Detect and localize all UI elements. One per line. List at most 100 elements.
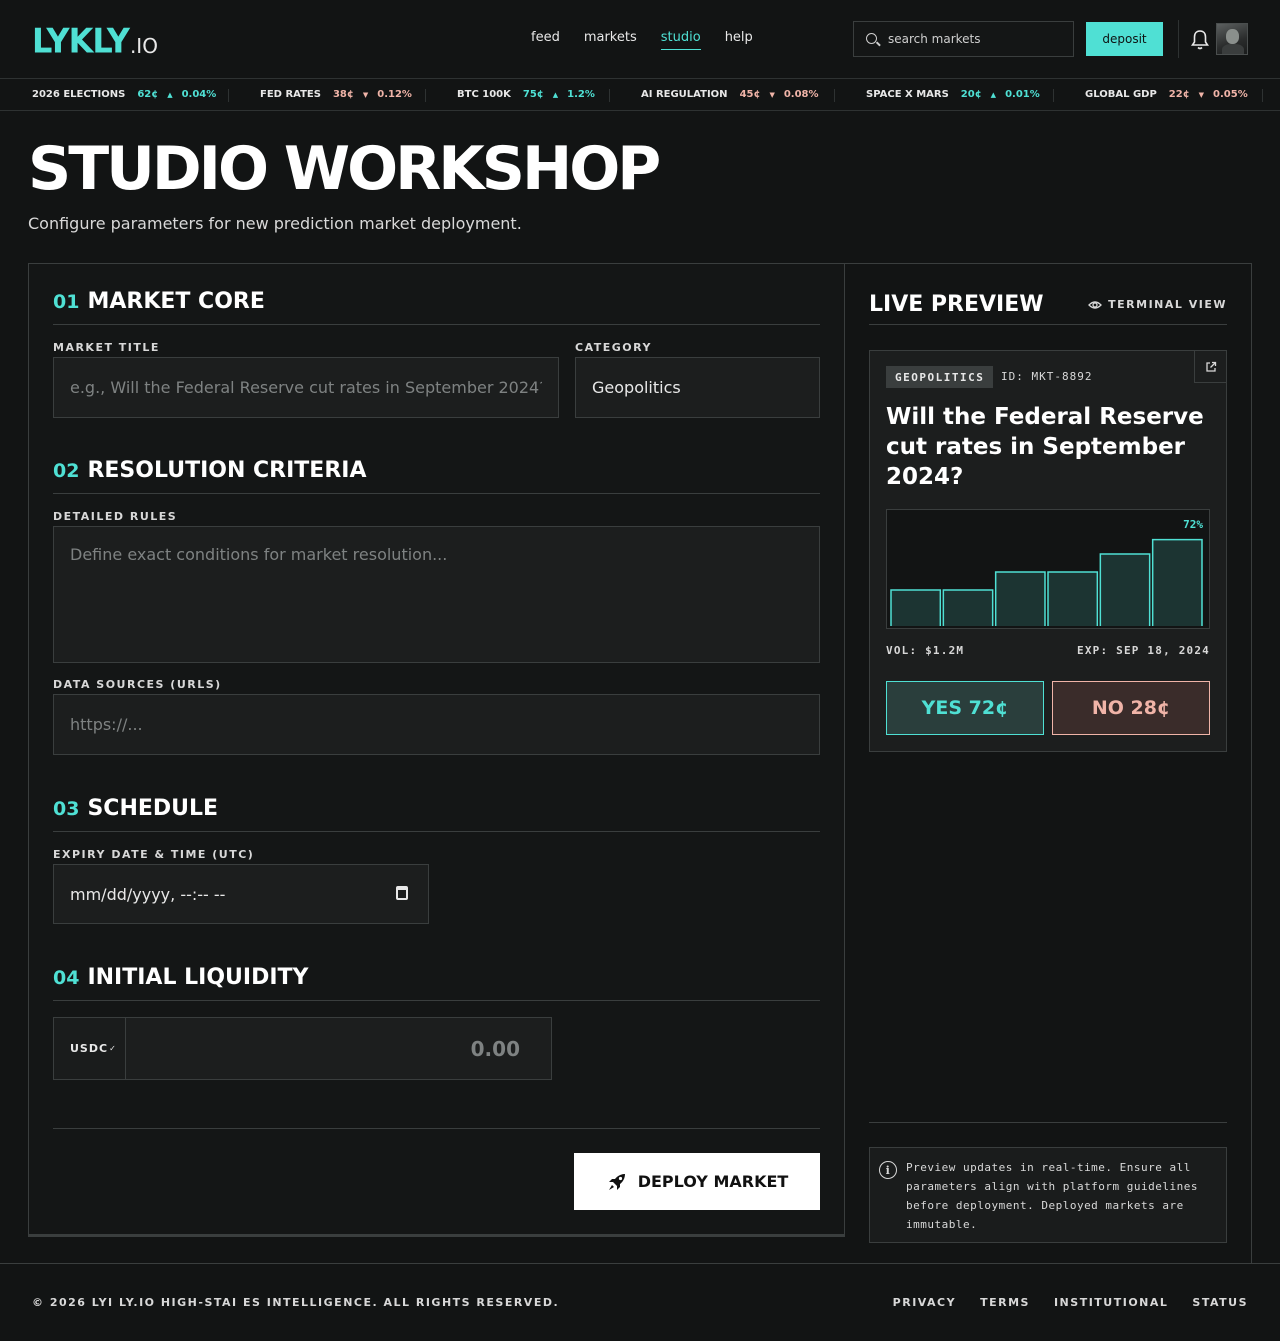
ticker-divider — [425, 89, 426, 102]
ticker-price: 45¢ — [739, 89, 761, 100]
nav-markets[interactable]: markets — [584, 30, 637, 50]
calendar-icon[interactable] — [396, 886, 408, 900]
liquidity-input[interactable] — [126, 1018, 551, 1079]
ticker-item[interactable]: BTC 100K 75¢ ▲ 1.2% — [457, 89, 595, 100]
eye-icon — [1088, 300, 1103, 309]
ticker-name: BTC 100K — [457, 89, 511, 100]
footer: © 2026 LYI LY.IO HIGH-STAI ES INTELLIGEN… — [0, 1263, 1280, 1341]
preview-title: LIVE PREVIEW — [869, 292, 1044, 317]
live-preview-panel: LIVE PREVIEW TERMINAL VIEW GEOPOLITICS I… — [845, 263, 1252, 1263]
liquidity-field: USDC ✓ — [53, 1017, 552, 1080]
info-icon: i — [879, 1161, 897, 1179]
section-schedule-title: 03 SCHEDULE — [53, 796, 218, 821]
ticker-change: 0.12% — [377, 89, 412, 100]
external-link-icon[interactable] — [1194, 351, 1226, 383]
ticker-item[interactable]: FED RATES 38¢ ▼ 0.12% — [260, 89, 412, 100]
ticker-item[interactable]: SPACE X MARS 20¢ ▲ 0.01% — [866, 89, 1040, 100]
ticker-price: 22¢ — [1168, 89, 1190, 100]
chart-data-label: 72% — [1183, 518, 1203, 531]
arrow-up-icon: ▲ — [167, 90, 173, 99]
section-liquidity-title: 04 INITIAL LIQUIDITY — [53, 965, 308, 990]
bell-icon[interactable] — [1190, 29, 1210, 51]
actions-divider — [53, 1128, 820, 1129]
ticker-divider — [1262, 89, 1263, 102]
section-number: 03 — [53, 798, 80, 820]
ticker-name: GLOBAL GDP — [1085, 89, 1157, 100]
chart-svg: 72% — [890, 518, 1203, 626]
chart-bar — [1048, 572, 1098, 626]
category-label: CATEGORY — [575, 341, 652, 354]
deploy-button[interactable]: DEPLOY MARKET — [574, 1153, 820, 1210]
market-id: ID: MKT-8892 — [1001, 370, 1093, 383]
expiry-input[interactable]: mm/dd/yyyy, --:-- -- — [53, 864, 429, 924]
no-button[interactable]: NO 28¢ — [1052, 681, 1210, 735]
section-divider — [53, 324, 820, 325]
ticker-divider — [228, 89, 229, 102]
ticker-item[interactable]: AI REGULATION 45¢ ▼ 0.08% — [641, 89, 819, 100]
avatar[interactable] — [1216, 23, 1248, 55]
currency-select[interactable]: USDC ✓ — [54, 1018, 126, 1079]
market-title-input[interactable] — [53, 357, 559, 418]
rocket-icon — [608, 1173, 625, 1190]
rules-textarea[interactable] — [53, 526, 820, 663]
chart-bar — [891, 590, 941, 626]
section-title: MARKET CORE — [87, 289, 265, 314]
expiry-label: EXPIRY DATE & TIME (UTC) — [53, 848, 255, 861]
market-title-label: MARKET TITLE — [53, 341, 160, 354]
footer-links: PRIVACY TERMS INSTITUTIONAL STATUS — [893, 1296, 1248, 1309]
section-number: 01 — [53, 291, 80, 313]
sources-input[interactable] — [53, 694, 820, 755]
search-icon — [866, 32, 877, 44]
ticker-change: 0.01% — [1005, 89, 1040, 100]
section-divider — [53, 493, 820, 494]
search-input[interactable] — [888, 32, 1058, 46]
preview-divider — [869, 324, 1227, 325]
footer-link-privacy[interactable]: PRIVACY — [893, 1296, 956, 1309]
ticker-divider — [834, 89, 835, 102]
preview-note: i Preview updates in real-time. Ensure a… — [869, 1147, 1227, 1243]
ticker-change: 0.08% — [783, 89, 819, 100]
sources-label: DATA SOURCES (URLS) — [53, 678, 222, 691]
ticker-divider — [1053, 89, 1054, 102]
probability-chart: 72% — [886, 509, 1210, 629]
section-title: INITIAL LIQUIDITY — [87, 965, 309, 990]
ticker-name: 2026 ELECTIONS — [32, 89, 126, 100]
terminal-view-label: TERMINAL VIEW — [1108, 298, 1227, 311]
ticker-item[interactable]: GLOBAL GDP 22¢ ▼ 0.05% — [1085, 89, 1248, 100]
nav-help[interactable]: help — [725, 30, 753, 50]
ticker-change: 0.04% — [181, 89, 217, 100]
arrow-down-icon: ▼ — [362, 90, 369, 99]
ticker-price: 20¢ — [960, 89, 982, 100]
section-title: SCHEDULE — [87, 796, 219, 821]
arrow-up-icon: ▲ — [552, 90, 559, 99]
ticker-name: SPACE X MARS — [866, 89, 949, 100]
section-title: RESOLUTION CRITERIA — [87, 458, 367, 483]
category-select[interactable]: Geopolitics — [575, 357, 820, 418]
footer-link-status[interactable]: STATUS — [1192, 1296, 1248, 1309]
volume-text: VOL: $1.2M — [886, 644, 965, 657]
ticker-item[interactable]: 2026 ELECTIONS 62¢ ▲ 0.04% — [32, 89, 216, 100]
deposit-button[interactable]: deposit — [1086, 22, 1163, 56]
ticker-price: 62¢ — [137, 89, 159, 100]
section-divider — [53, 831, 820, 832]
section-market-core-title: 01 MARKET CORE — [53, 289, 265, 314]
chevron-down-icon: ✓ — [109, 1044, 117, 1053]
yes-button[interactable]: YES 72¢ — [886, 681, 1044, 735]
category-value: Geopolitics — [592, 378, 681, 397]
footer-link-terms[interactable]: TERMS — [980, 1296, 1030, 1309]
logo[interactable]: LYKLY .IO — [32, 20, 158, 59]
footer-link-institutional[interactable]: INSTITUTIONAL — [1054, 1296, 1168, 1309]
terminal-view-toggle[interactable]: TERMINAL VIEW — [1088, 298, 1227, 311]
nav-feed[interactable]: feed — [531, 30, 560, 50]
header: LYKLY .IO feed markets studio help depos… — [0, 0, 1280, 79]
chart-bar — [1100, 554, 1150, 626]
nav-studio[interactable]: studio — [660, 30, 701, 50]
ticker-bar: 2026 ELECTIONS 62¢ ▲ 0.04% FED RATES 38¢… — [0, 80, 1280, 111]
page-subtitle: Configure parameters for new prediction … — [28, 214, 522, 233]
arrow-down-icon: ▼ — [769, 90, 775, 99]
currency-label: USDC — [70, 1042, 109, 1055]
ticker-change: 0.05% — [1213, 89, 1248, 100]
market-preview-card: GEOPOLITICS ID: MKT-8892 Will the Federa… — [869, 350, 1227, 752]
category-badge: GEOPOLITICS — [886, 366, 994, 388]
ticker-change: 1.2% — [567, 89, 595, 100]
